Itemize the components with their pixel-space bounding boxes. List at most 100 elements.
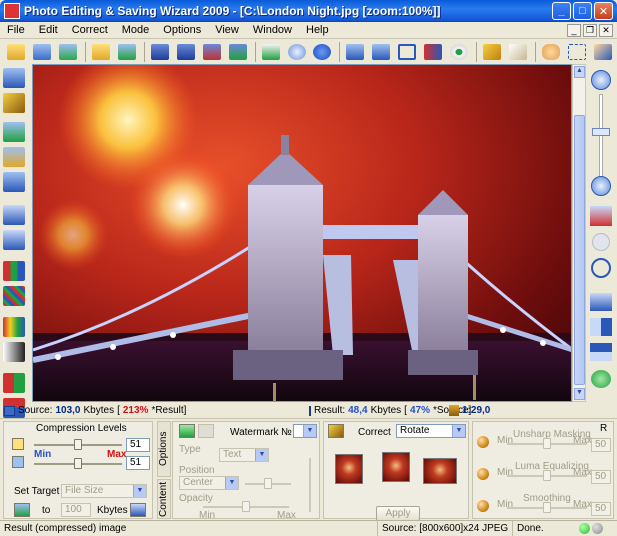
doc-restore-button[interactable]: ❐ [583, 23, 597, 37]
eye-preview-button[interactable] [447, 41, 471, 63]
actual-size-icon[interactable] [592, 233, 610, 251]
view-single-icon[interactable] [590, 293, 612, 311]
target-type-dropdown[interactable]: File Size ▼ [61, 484, 147, 498]
grayscale-icon[interactable] [3, 342, 25, 362]
email-button[interactable] [259, 41, 283, 63]
open-folder-button[interactable] [4, 41, 28, 63]
palette-dots-icon[interactable] [3, 286, 25, 306]
chevron-down-icon[interactable]: ▼ [452, 425, 465, 437]
crosshair-icon[interactable] [591, 258, 611, 278]
magic-wand-icon[interactable] [3, 93, 25, 113]
save-wizard-button[interactable] [200, 41, 224, 63]
scrollbar-thumb[interactable] [574, 115, 585, 385]
menu-correct[interactable]: Correct [65, 24, 115, 36]
watermark-opacity-slider[interactable] [203, 501, 289, 512]
chevron-down-icon[interactable]: ▼ [255, 449, 268, 461]
watermark-number-dropdown[interactable]: ▼ [293, 424, 317, 438]
smoothing-icon[interactable] [477, 500, 489, 512]
zoom-in-icon[interactable] [591, 70, 611, 90]
rotate-preview-left[interactable] [335, 454, 363, 484]
doc-minimize-button[interactable]: _ [567, 23, 581, 37]
target-enable-icon[interactable] [14, 503, 30, 517]
view-split-icon[interactable] [590, 318, 612, 336]
watermark-type-dropdown[interactable]: Text ▼ [219, 448, 269, 462]
save-as-button[interactable] [174, 41, 198, 63]
crop-button[interactable] [395, 41, 419, 63]
correct-action-dropdown[interactable]: Rotate ▼ [396, 424, 466, 438]
export-button[interactable] [226, 41, 250, 63]
luma-thumb[interactable] [543, 470, 551, 481]
zoom-slider[interactable] [599, 94, 603, 178]
resize-button[interactable] [421, 41, 445, 63]
vertical-scrollbar[interactable]: ▲ ▼ [572, 64, 586, 402]
open-browse-button[interactable] [30, 41, 54, 63]
folder-dropdown-button[interactable] [89, 41, 113, 63]
target-value-field[interactable]: 100 [61, 503, 91, 517]
zoom-out-icon[interactable] [591, 176, 611, 196]
monitor-settings-icon[interactable] [3, 147, 25, 167]
watermark-add-icon[interactable] [179, 424, 195, 438]
compression-value-1[interactable]: 51 [126, 438, 150, 452]
watermark-position-dropdown[interactable]: Center ▼ [179, 476, 239, 490]
compression-slider-2-thumb[interactable] [74, 458, 82, 469]
palette-grid-icon[interactable] [3, 261, 25, 281]
compression-link-icon[interactable] [12, 456, 24, 468]
smoothing-thumb[interactable] [543, 502, 551, 513]
apply-button[interactable]: Apply [376, 506, 420, 521]
scroll-down-icon[interactable]: ▼ [574, 388, 585, 400]
watermark-position-slider[interactable] [245, 478, 291, 489]
batch-open-button[interactable] [56, 41, 80, 63]
help-button[interactable] [310, 41, 334, 63]
unsharp-value[interactable]: 50 [591, 438, 611, 452]
reset-label[interactable]: R [600, 423, 607, 434]
menu-window[interactable]: Window [246, 24, 299, 36]
compression-slider-1-thumb[interactable] [74, 439, 82, 450]
view-compare-icon[interactable] [590, 343, 612, 361]
compression-slider-2[interactable] [34, 458, 122, 469]
fit-window-icon[interactable] [590, 206, 612, 226]
tab-content[interactable]: Content [157, 479, 171, 519]
hand-pan-button[interactable] [539, 41, 563, 63]
unsharp-thumb[interactable] [543, 438, 551, 449]
adjust-tool-button[interactable] [3, 68, 25, 88]
channels-icon[interactable] [3, 373, 25, 393]
compression-value-2[interactable]: 51 [126, 456, 150, 470]
compression-lock-icon[interactable] [12, 438, 24, 450]
app-icon[interactable] [4, 3, 20, 19]
maximize-button[interactable]: □ [573, 2, 592, 20]
luma-icon[interactable] [477, 468, 489, 480]
close-button[interactable]: ✕ [594, 2, 613, 20]
rotate-preview-right[interactable] [423, 458, 457, 484]
watermark-vertical-slider[interactable] [309, 458, 311, 512]
menu-options[interactable]: Options [156, 24, 208, 36]
rotate-preview-original[interactable] [382, 452, 410, 482]
thumbnails-button[interactable] [343, 41, 367, 63]
watermark-opacity-thumb[interactable] [242, 501, 250, 512]
notes-button[interactable] [506, 41, 530, 63]
image-viewport[interactable] [32, 64, 572, 402]
edit-pen-button[interactable] [480, 41, 504, 63]
doc-close-button[interactable]: ✕ [599, 23, 613, 37]
chevron-down-icon[interactable]: ▼ [133, 485, 146, 497]
menu-view[interactable]: View [208, 24, 246, 36]
watermark-remove-icon[interactable] [198, 424, 214, 438]
compression-slider-1[interactable] [34, 439, 122, 450]
menu-edit[interactable]: Edit [32, 24, 65, 36]
menu-mode[interactable]: Mode [115, 24, 157, 36]
chevron-down-icon[interactable]: ▼ [225, 477, 238, 489]
unsharp-icon[interactable] [477, 436, 489, 448]
chevron-down-icon[interactable]: ▼ [303, 425, 316, 437]
tab-options[interactable]: Options [157, 421, 171, 477]
zoom-slider-thumb[interactable] [592, 128, 610, 136]
monitor-blue-icon[interactable] [3, 172, 25, 192]
menu-help[interactable]: Help [299, 24, 336, 36]
layers-stack-icon[interactable] [3, 230, 25, 250]
select-button[interactable] [565, 41, 589, 63]
histogram-color-icon[interactable] [3, 317, 25, 337]
refresh-icon[interactable] [591, 370, 611, 388]
correct-wand-icon[interactable] [328, 424, 344, 438]
save-button[interactable] [148, 41, 172, 63]
smoothing-value[interactable]: 50 [591, 502, 611, 516]
watermark-position-thumb[interactable] [264, 478, 272, 489]
layers-icon[interactable] [3, 205, 25, 225]
